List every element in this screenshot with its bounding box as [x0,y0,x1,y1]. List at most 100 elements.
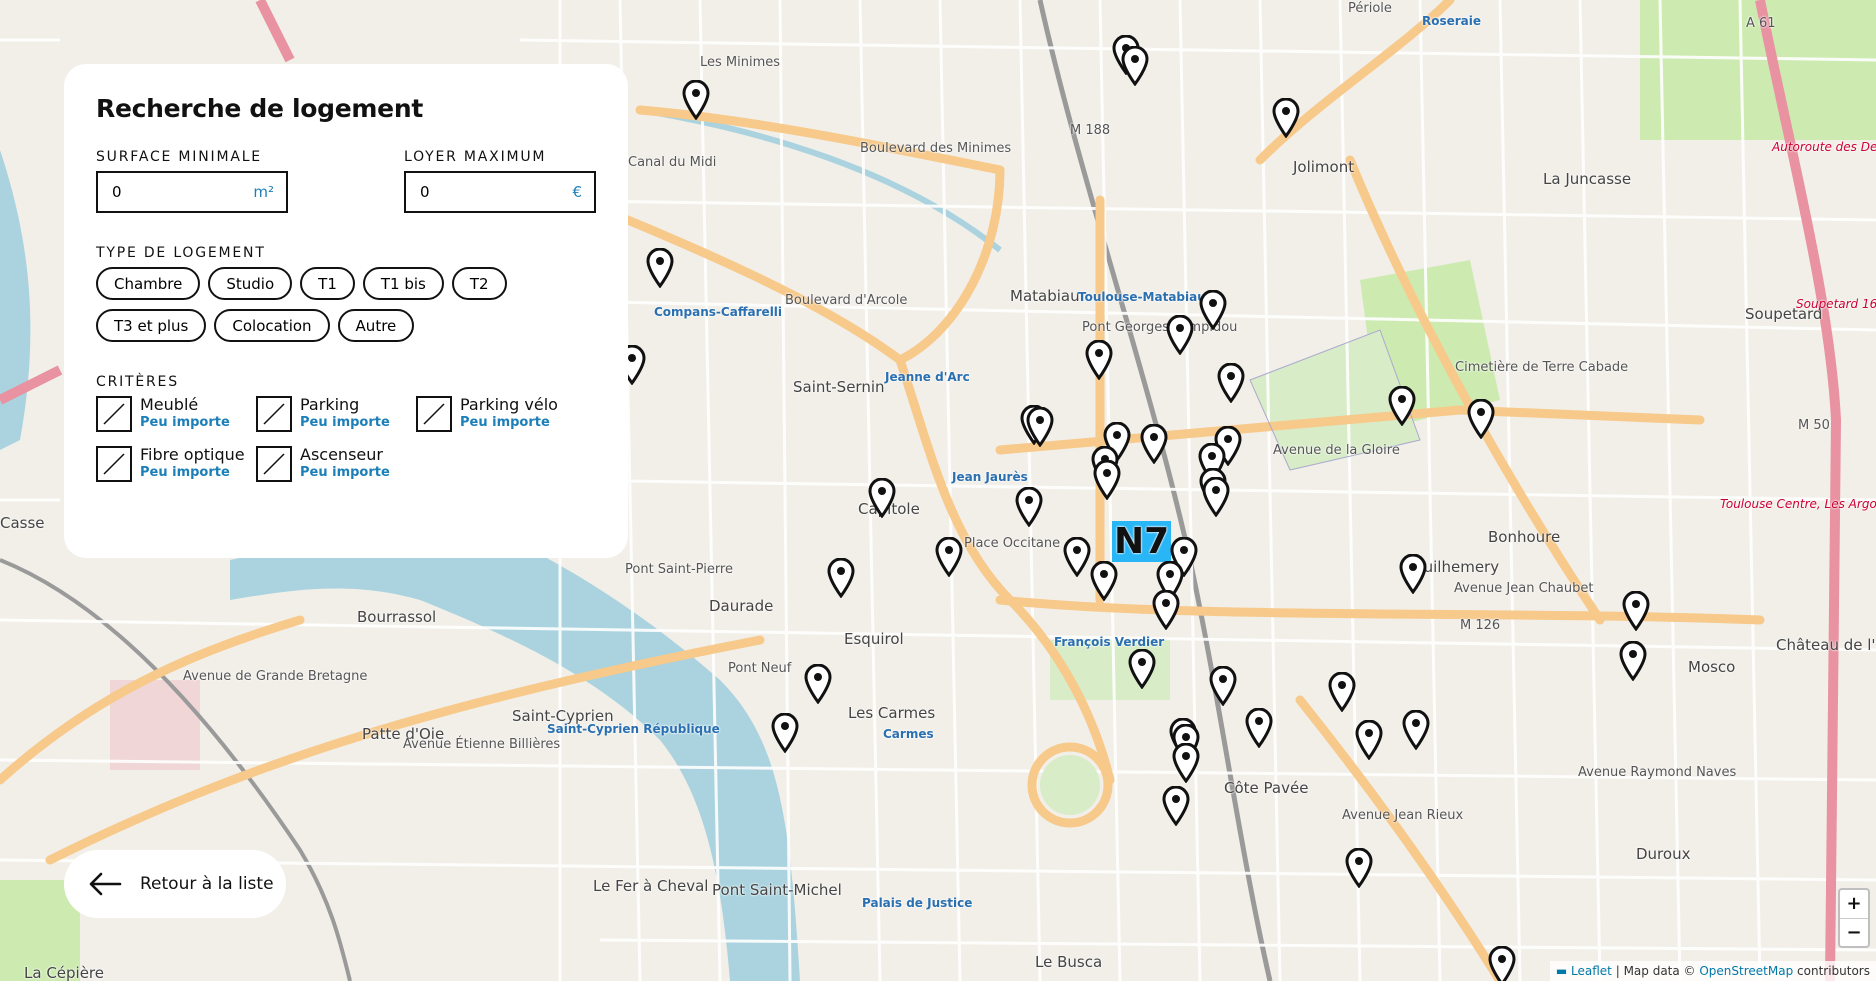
listing-marker[interactable] [1399,554,1427,594]
leaflet-link[interactable]: Leaflet [1571,964,1612,978]
map-pin-icon [1128,649,1156,689]
listing-marker[interactable] [1121,46,1149,86]
listing-marker[interactable] [1093,460,1121,500]
loyer-label: LOYER MAXIMUM [404,149,547,165]
osm-link[interactable]: OpenStreetMap [1699,964,1793,978]
criterion-value: Peu importe [140,465,230,480]
map-place-label: Château de l'Hers [1776,636,1876,654]
criterion-name: Fibre optique [140,445,245,464]
map-place-label: Roseraie [1422,14,1482,28]
listing-marker[interactable] [1026,407,1054,447]
attribution-suffix: contributors [1793,964,1870,978]
criteria-label: CRITÈRES [96,374,179,390]
listing-marker[interactable] [1328,672,1356,712]
map-place-label: M 126 [1460,618,1501,633]
map-pin-icon [1093,460,1121,500]
type-pill-chambre[interactable]: Chambre [96,267,201,300]
criterion-meuble-checkbox[interactable] [96,396,132,432]
listing-marker[interactable] [1245,708,1273,748]
listing-marker[interactable] [1467,399,1495,439]
listing-marker[interactable] [1388,386,1416,426]
criterion-value: Peu importe [140,415,230,430]
type-pill-t1-bis[interactable]: T1 bis [362,267,444,300]
map-place-label: Avenue Raymond Naves [1578,765,1737,780]
listing-marker[interactable] [1162,786,1190,826]
map-place-label: Bonhoure [1488,528,1561,546]
map-pin-icon [1090,561,1118,601]
listing-marker[interactable] [1355,720,1383,760]
map-place-label: M 50 [1798,418,1830,433]
map-place-label: Matabiau [1010,287,1080,305]
type-pill-t1[interactable]: T1 [300,267,355,300]
criterion-fibre-checkbox[interactable] [96,446,132,482]
criterion-ascenseur-checkbox[interactable] [256,446,292,482]
map-pin-icon [1217,363,1245,403]
type-pill-studio[interactable]: Studio [208,267,293,300]
surface-input[interactable] [112,183,232,201]
map-place-label: Pont Saint-Pierre [625,562,733,577]
listing-marker[interactable] [646,248,674,288]
listing-marker[interactable] [1166,315,1194,355]
map-pin-icon [1245,708,1273,748]
listing-marker[interactable] [804,664,832,704]
map-place-label: Jean Jaurès [952,470,1028,484]
map-place-label: Toulouse Centre, Les Argoulets [1720,497,1876,511]
map-pin-icon [682,80,710,120]
listing-marker[interactable] [1217,363,1245,403]
loyer-field: € [404,171,596,213]
listing-marker[interactable] [1063,537,1091,577]
loyer-input[interactable] [420,183,540,201]
map-place-label: Avenue de la Gloire [1273,443,1400,458]
zoom-in-button[interactable]: + [1840,890,1868,918]
listing-marker[interactable] [1152,590,1180,630]
listing-marker[interactable] [1272,98,1300,138]
listing-marker[interactable] [1622,591,1650,631]
listing-marker[interactable] [682,80,710,120]
listing-marker[interactable] [1090,561,1118,601]
listing-marker[interactable] [1128,649,1156,689]
criterion-parking-checkbox[interactable] [256,396,292,432]
map-place-label: Pont Saint-Michel [712,881,842,899]
listing-marker[interactable] [1140,424,1168,464]
back-to-list-button[interactable]: Retour à la liste [64,850,286,918]
criterion-value: Peu importe [300,415,390,430]
map-place-label: Autoroute des Deux Mers [1772,140,1876,154]
map-pin-icon [1063,537,1091,577]
map-place-label: Toulouse-Matabiau [1078,290,1206,304]
map-place-label: La Cépière [24,964,105,981]
map-place-label: Saint-Cyprien République [547,722,720,736]
listing-marker[interactable] [1085,340,1113,380]
map-pin-icon [1345,848,1373,888]
type-pill-autre[interactable]: Autre [337,309,415,342]
type-pill-t2[interactable]: T2 [451,267,507,300]
loyer-group: LOYER MAXIMUM € [404,149,596,213]
listing-marker[interactable] [1619,641,1647,681]
listing-marker[interactable] [771,713,799,753]
type-pill-t3-et-plus[interactable]: T3 et plus [96,309,207,342]
map-pin-icon [1355,720,1383,760]
listing-marker[interactable] [1488,946,1516,981]
map-place-label: Saint-Sernin [793,378,885,396]
listing-marker[interactable] [1015,487,1043,527]
listing-marker[interactable] [1202,477,1230,517]
map-pin-icon [1015,487,1043,527]
listing-marker[interactable] [1345,848,1373,888]
listing-marker[interactable] [1209,666,1237,706]
listing-marker[interactable] [827,558,855,598]
criterion-parking-velo-checkbox[interactable] [416,396,452,432]
type-pill-colocation[interactable]: Colocation [214,309,330,342]
listing-marker[interactable] [935,537,963,577]
listing-marker[interactable] [1402,710,1430,750]
map-pin-icon [1209,666,1237,706]
listing-marker[interactable] [868,478,896,518]
page-title: Recherche de logement [96,94,423,123]
map-pin-icon [1388,386,1416,426]
map-place-label: François Verdier [1054,635,1165,649]
map-pin-icon [1399,554,1427,594]
zoom-out-button[interactable]: − [1840,918,1868,946]
map-place-label: A 61 [1746,16,1776,31]
criterion-name: Parking vélo [460,395,558,414]
listing-marker[interactable] [1172,743,1200,783]
filter-fields: SURFACE MINIMALE m² LOYER MAXIMUM € [96,149,596,213]
listing-marker[interactable] [1199,290,1227,330]
